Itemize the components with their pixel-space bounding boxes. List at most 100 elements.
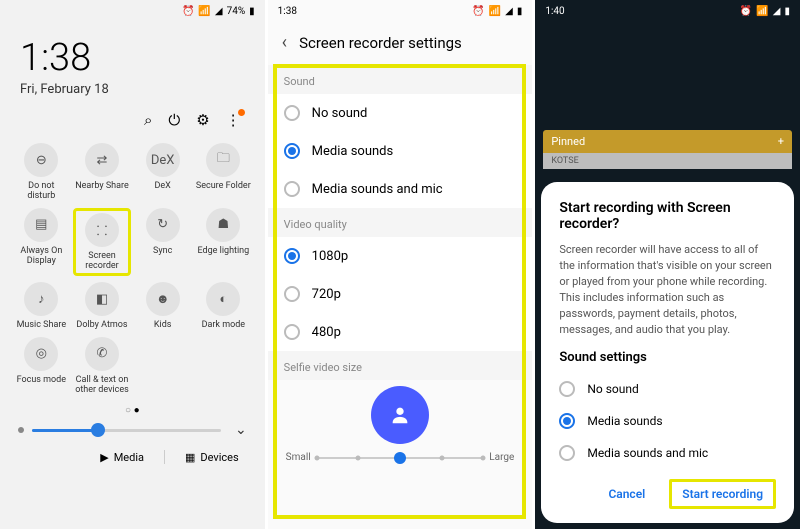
radio-option[interactable]: 1080p [268, 237, 533, 275]
page-title: Screen recorder settings [299, 34, 462, 52]
qs-tile-label: Dark mode [202, 320, 246, 330]
qs-tile-label: Call & text on other devices [74, 375, 130, 396]
qs-tile-label: Sync [153, 246, 172, 256]
qs-tile[interactable]: DeX DeX [133, 143, 192, 202]
qs-tile[interactable]: ☗ Edge lighting [194, 208, 253, 277]
qs-tile-label: Always On Display [13, 246, 69, 267]
qs-tile-icon: 🗀 [206, 143, 240, 177]
radio-icon [284, 105, 300, 121]
radio-label: Media sounds and mic [312, 182, 443, 197]
radio-icon [284, 324, 300, 340]
qs-tile-label: Focus mode [17, 375, 66, 385]
chevron-down-icon[interactable]: ⌄ [235, 422, 247, 438]
dialog-radio-list: No sound Media sounds Media sounds and m… [559, 373, 776, 469]
pager-dots: ○ ● [0, 401, 265, 420]
qs-tile[interactable]: ▤ Always On Display [12, 208, 71, 277]
qs-tile[interactable]: ↻ Sync [133, 208, 192, 277]
qs-tile-icon: ☻ [146, 282, 180, 316]
qs-tile-icon: ☗ [206, 208, 240, 242]
qs-tile[interactable]: ◐ Dark mode [194, 282, 253, 330]
start-recording-button[interactable]: Start recording [669, 479, 776, 509]
status-bar: 1:40 ⏰ 📶 ◢ ▮ [535, 0, 800, 22]
alarm-icon: ⏰ [182, 6, 194, 17]
radio-option[interactable]: No sound [268, 94, 533, 132]
dialog-body: Screen recorder will have access to all … [559, 242, 776, 338]
qs-tile[interactable]: ◧ Dolby Atmos [73, 282, 132, 330]
selfie-size-slider[interactable]: Small Large [268, 452, 533, 473]
qs-tile[interactable]: 🗀 Secure Folder [194, 143, 253, 202]
radio-label: 1080p [312, 249, 349, 264]
qs-tile-label: Secure Folder [196, 181, 251, 191]
radio-label: 720p [312, 287, 341, 302]
settings-header: ‹ Screen recorder settings [268, 22, 533, 65]
dialog-title: Start recording with Screen recorder? [559, 200, 776, 232]
recording-dialog: Start recording with Screen recorder? Sc… [541, 182, 794, 523]
cancel-button[interactable]: Cancel [594, 479, 659, 509]
top-icons-row: ⌕ ⏻ ⚙ ⋮ [0, 103, 265, 137]
selfie-avatar [371, 386, 429, 444]
radio-option[interactable]: Media sounds and mic [559, 437, 776, 469]
qs-tile-icon: ◧ [85, 282, 119, 316]
qs-tile[interactable]: ⇄ Nearby Share [73, 143, 132, 202]
radio-label: Media sounds [312, 144, 394, 159]
qs-tile-icon: ♪ [24, 282, 58, 316]
qs-tile-icon: ⸬ [85, 213, 119, 247]
radio-icon [559, 381, 575, 397]
qs-tile-icon: ◐ [206, 282, 240, 316]
signal-icon: 📶 [489, 6, 501, 17]
qs-tile-icon: ⊖ [24, 143, 58, 177]
back-icon[interactable]: ‹ [282, 32, 287, 53]
qs-tile[interactable]: ✆ Call & text on other devices [73, 337, 132, 396]
qs-tile-label: Edge lighting [197, 246, 249, 256]
qs-tile[interactable]: ♪ Music Share [12, 282, 71, 330]
qs-tile-label: Nearby Share [75, 181, 129, 191]
brightness-min-icon [18, 427, 24, 433]
radio-option[interactable]: Media sounds and mic [268, 170, 533, 208]
footer-row: ▶ Media ▦ Devices [0, 444, 265, 470]
radio-option[interactable]: Media sounds [268, 132, 533, 170]
dialog-actions: Cancel Start recording [559, 479, 776, 509]
status-time: 1:38 [278, 6, 297, 17]
qs-tile-label: DeX [155, 181, 171, 191]
search-icon[interactable]: ⌕ [144, 111, 152, 129]
separator [164, 450, 165, 464]
media-label: Media [114, 451, 144, 464]
radio-label: No sound [312, 106, 368, 121]
qs-tile[interactable]: ☻ Kids [133, 282, 192, 330]
battery-percent: 74% [227, 6, 246, 17]
dialog-subhead: Sound settings [559, 350, 776, 365]
media-button[interactable]: ▶ Media [100, 451, 144, 464]
devices-button[interactable]: ▦ Devices [185, 451, 239, 464]
battery-icon: ▮ [517, 6, 523, 17]
wifi-icon: ◢ [505, 6, 513, 17]
qs-tile[interactable]: ⸬ Screen recorder [73, 208, 132, 277]
qs-tile-icon: ⇄ [85, 143, 119, 177]
large-label: Large [489, 452, 514, 463]
recording-prompt-panel: 1:40 ⏰ 📶 ◢ ▮ Pinned + KOTSE Start record… [535, 0, 800, 529]
power-icon[interactable]: ⏻ [168, 111, 180, 129]
qs-tile[interactable]: ◎ Focus mode [12, 337, 71, 396]
pinned-label: Pinned [551, 135, 585, 148]
radio-icon [284, 286, 300, 302]
sound-radio-list: No sound Media sounds Media sounds and m… [268, 94, 533, 208]
settings-icon[interactable]: ⚙ [196, 111, 209, 129]
brightness-slider[interactable] [32, 429, 221, 432]
radio-option[interactable]: 480p [268, 313, 533, 351]
radio-option[interactable]: Media sounds [559, 405, 776, 437]
wifi-icon: ◢ [215, 6, 223, 17]
qs-tile[interactable]: ⊖ Do not disturb [12, 143, 71, 202]
plus-icon[interactable]: + [778, 135, 784, 148]
person-icon [389, 404, 411, 426]
qs-tile-icon: ✆ [85, 337, 119, 371]
selfie-section-label: Selfie video size [268, 351, 533, 380]
clock-area: 1:38 Fri, February 18 [0, 22, 265, 103]
signal-icon: 📶 [756, 6, 768, 17]
radio-option[interactable]: 720p [268, 275, 533, 313]
radio-option[interactable]: No sound [559, 373, 776, 405]
clock-time: 1:38 [20, 36, 245, 80]
qs-tile-label: Dolby Atmos [76, 320, 127, 330]
more-icon[interactable]: ⋮ [226, 111, 241, 129]
radio-icon [284, 248, 300, 264]
radio-label: Media sounds [587, 414, 662, 428]
radio-icon [559, 445, 575, 461]
